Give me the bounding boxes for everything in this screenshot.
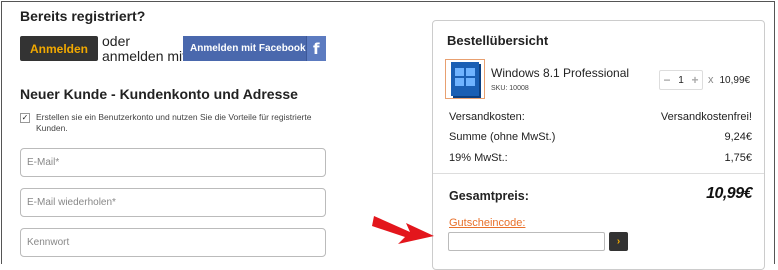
shipping-row: Versandkosten: Versandkostenfrei! — [449, 111, 752, 123]
product-sku: SKU: 10008 — [491, 85, 529, 92]
facebook-icon: f — [305, 36, 326, 61]
red-arrow-icon — [372, 216, 434, 244]
coupon-code-link[interactable]: Gutscheincode: — [449, 217, 525, 229]
times-sign: x — [708, 74, 714, 86]
quantity-increase-button[interactable]: + — [688, 73, 702, 87]
create-account-label: Erstellen sie ein Benutzerkonto und nutz… — [36, 112, 312, 133]
total-value: 10,99€ — [706, 185, 752, 202]
create-account-checkbox[interactable]: ✓ — [20, 113, 30, 123]
login-button[interactable]: Anmelden — [20, 36, 98, 61]
facebook-login-button[interactable]: Anmelden mit Facebook f — [183, 36, 326, 61]
order-summary-panel: Bestellübersicht Windows 8.1 Professiona… — [432, 20, 765, 270]
vat-label: 19% MwSt.: — [449, 152, 508, 164]
unit-price: 10,99€ — [719, 74, 751, 86]
facebook-login-label: Anmelden mit Facebook — [190, 43, 306, 54]
or-login-with-text: oder anmelden mit — [102, 34, 186, 64]
shipping-value: Versandkostenfrei! — [660, 111, 752, 123]
quantity-stepper: − 1 + x 10,99€ — [659, 70, 750, 90]
quantity-value[interactable]: 1 — [674, 75, 688, 86]
or-text-line1: oder — [102, 33, 131, 49]
email-field[interactable] — [20, 148, 326, 177]
new-customer-heading: Neuer Kunde - Kundenkonto und Adresse — [20, 86, 298, 102]
password-field[interactable] — [20, 228, 326, 257]
coupon-submit-button[interactable]: › — [609, 232, 628, 251]
coupon-code-input[interactable] — [448, 232, 605, 251]
subtotal-value: 9,24€ — [724, 131, 752, 143]
shipping-label: Versandkosten: — [449, 111, 525, 123]
create-account-option: ✓ Erstellen sie ein Benutzerkonto und nu… — [20, 112, 320, 134]
chevron-right-icon: › — [616, 236, 621, 247]
windows-logo-icon — [451, 62, 479, 96]
vat-value: 1,75€ — [724, 152, 752, 164]
login-register-section: Bereits registriert? Anmelden oder anmel… — [20, 8, 330, 257]
or-text-line2: anmelden mit — [102, 48, 187, 64]
subtotal-label: Summe (ohne MwSt.) — [449, 131, 556, 143]
red-arrow-shape — [372, 216, 434, 244]
product-name[interactable]: Windows 8.1 Professional — [491, 66, 629, 80]
registered-heading: Bereits registriert? — [20, 8, 146, 24]
total-label: Gesamtpreis: — [449, 189, 529, 203]
check-icon: ✓ — [21, 113, 29, 122]
divider — [433, 173, 764, 174]
vat-row: 19% MwSt.: 1,75€ — [449, 152, 752, 164]
order-summary-title: Bestellübersicht — [447, 33, 549, 48]
email-repeat-field[interactable] — [20, 188, 326, 217]
product-image[interactable] — [445, 59, 485, 99]
login-row: Anmelden oder anmelden mit Anmelden mit … — [20, 34, 326, 64]
subtotal-row: Summe (ohne MwSt.) 9,24€ — [449, 131, 752, 143]
quantity-box: − 1 + — [659, 70, 703, 90]
quantity-decrease-button[interactable]: − — [660, 73, 674, 87]
